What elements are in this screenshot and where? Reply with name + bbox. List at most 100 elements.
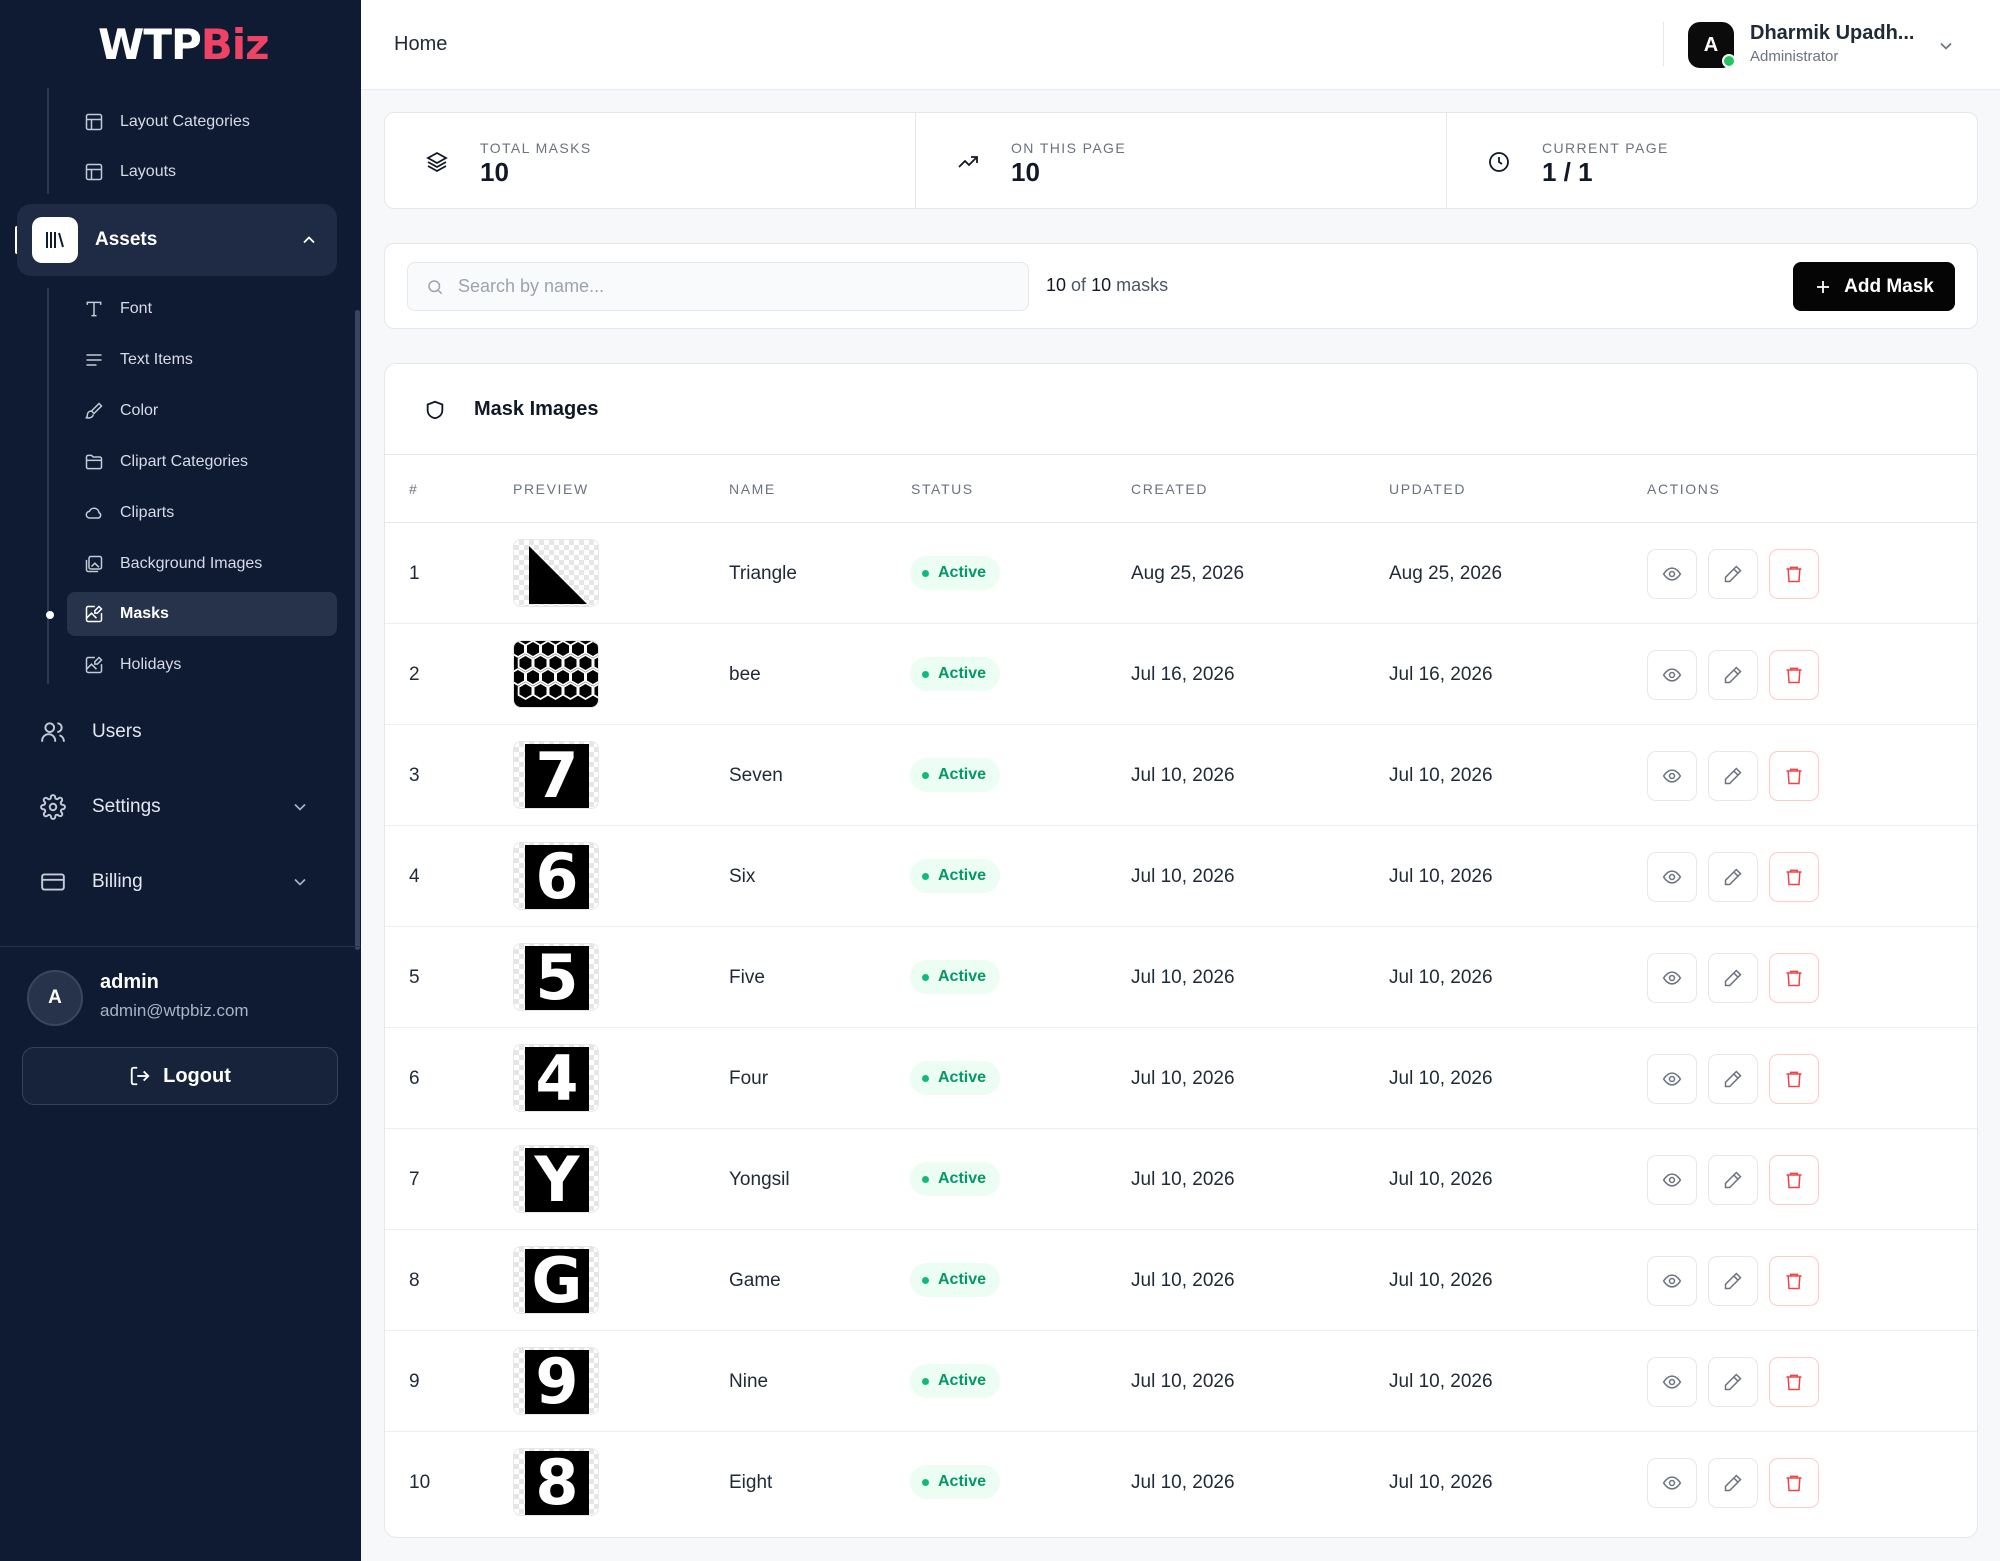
status-badge: Active <box>910 1465 1001 1499</box>
mask-name: Eight <box>729 1472 773 1493</box>
view-button[interactable] <box>1647 1054 1697 1104</box>
delete-button[interactable] <box>1769 751 1819 801</box>
table-row: 5 5 Five Active Jul 10, 2026 Jul 10, 2026 <box>385 927 1977 1028</box>
eye-icon <box>1662 870 1682 884</box>
pencil-icon <box>1724 1272 1742 1290</box>
mask-preview[interactable]: 5 <box>513 943 599 1011</box>
status-label: Active <box>938 968 987 985</box>
sidebar-item-background-images[interactable]: Background Images <box>67 542 337 586</box>
delete-button[interactable] <box>1769 1256 1819 1306</box>
delete-button[interactable] <box>1769 852 1819 902</box>
logout-button[interactable]: Logout <box>22 1047 338 1105</box>
sidebar-item-cliparts[interactable]: Cliparts <box>67 491 337 535</box>
status-dot <box>922 973 929 981</box>
edit-button[interactable] <box>1708 1054 1758 1104</box>
view-button[interactable] <box>1647 953 1697 1003</box>
edit-button[interactable] <box>1708 852 1758 902</box>
edit-button[interactable] <box>1708 1155 1758 1205</box>
chevron-up-icon[interactable] <box>299 230 319 250</box>
sidebar-item-label: Users <box>92 721 142 742</box>
edit-button[interactable] <box>1708 1357 1758 1407</box>
sidebar-item-label: Cliparts <box>120 504 175 521</box>
mask-preview[interactable]: 4 <box>513 1044 599 1112</box>
view-button[interactable] <box>1647 751 1697 801</box>
sidebar-item-layouts[interactable]: Layouts <box>67 150 337 194</box>
view-button[interactable] <box>1647 1155 1697 1205</box>
sidebar-item-label: Settings <box>92 796 161 817</box>
delete-button[interactable] <box>1769 549 1819 599</box>
delete-button[interactable] <box>1769 1155 1819 1205</box>
mask-preview-triangle <box>529 546 587 604</box>
mask-preview[interactable]: 6 <box>513 842 599 910</box>
status-dot <box>922 771 929 779</box>
sidebar-item-layout-categories[interactable]: Layout Categories <box>67 100 337 144</box>
sidebar-section-assets[interactable]: Assets <box>17 204 337 276</box>
view-button[interactable] <box>1647 549 1697 599</box>
sidebar-item-label: Layouts <box>120 163 177 180</box>
card-header: Mask Images <box>385 364 1977 455</box>
edit-button[interactable] <box>1708 1458 1758 1508</box>
add-mask-button[interactable]: Add Mask <box>1793 262 1955 311</box>
search-box[interactable] <box>407 262 1029 311</box>
sidebar-item-settings[interactable]: Settings <box>40 785 340 829</box>
mask-preview[interactable] <box>513 539 599 607</box>
edit-button[interactable] <box>1708 1256 1758 1306</box>
search-input[interactable] <box>458 263 1018 310</box>
sidebar-item-label: Color <box>120 402 159 419</box>
status-badge: Active <box>910 758 1001 792</box>
delete-button[interactable] <box>1769 1458 1819 1508</box>
sidebar-item-font[interactable]: Font <box>67 287 337 331</box>
sidebar-item-holidays[interactable]: Holidays <box>67 643 337 687</box>
type-icon <box>86 301 102 317</box>
updated-date: Jul 16, 2026 <box>1389 664 1493 685</box>
mask-preview[interactable]: Y <box>513 1145 599 1213</box>
edit-button[interactable] <box>1708 953 1758 1003</box>
sidebar-item-masks[interactable]: Masks <box>67 592 337 636</box>
sidebar-item-color[interactable]: Color <box>67 389 337 433</box>
row-number: 8 <box>409 1270 420 1291</box>
created-date: Jul 16, 2026 <box>1131 664 1235 685</box>
mask-preview[interactable]: 7 <box>513 741 599 809</box>
mask-name: Triangle <box>729 563 797 584</box>
status-label: Active <box>938 1372 987 1389</box>
delete-button[interactable] <box>1769 1357 1819 1407</box>
sidebar-item-billing[interactable]: Billing <box>40 860 340 904</box>
delete-button[interactable] <box>1769 1054 1819 1104</box>
delete-button[interactable] <box>1769 953 1819 1003</box>
view-button[interactable] <box>1647 1458 1697 1508</box>
view-button[interactable] <box>1647 1256 1697 1306</box>
status-label: Active <box>938 665 987 682</box>
mask-name: Game <box>729 1270 781 1291</box>
delete-button[interactable] <box>1769 650 1819 700</box>
image-edit-icon <box>85 605 103 623</box>
status-label: Active <box>938 1069 987 1086</box>
sidebar-scrollbar[interactable] <box>355 310 360 950</box>
sidebar-item-text-items[interactable]: Text Items <box>67 338 337 382</box>
mask-preview-glyph: G <box>525 1249 589 1313</box>
sidebar-item-users[interactable]: Users <box>40 710 340 754</box>
mask-preview[interactable]: 9 <box>513 1347 599 1415</box>
eye-icon <box>1662 1476 1682 1490</box>
mask-preview[interactable]: G <box>513 1246 599 1314</box>
cloud-icon <box>85 507 102 519</box>
view-button[interactable] <box>1647 852 1697 902</box>
mask-preview-glyph: 4 <box>525 1047 589 1111</box>
edit-button[interactable] <box>1708 650 1758 700</box>
stat-label: TOTAL MASKS <box>480 140 592 156</box>
user-menu-role: Administrator <box>1750 48 1839 65</box>
pencil-icon <box>1724 565 1742 583</box>
row-number: 7 <box>409 1169 420 1190</box>
mask-preview[interactable]: 8 <box>513 1448 599 1516</box>
edit-button[interactable] <box>1708 751 1758 801</box>
brand-logo[interactable]: WTPBiz <box>98 20 270 69</box>
sidebar-item-clipart-categories[interactable]: Clipart Categories <box>67 440 337 484</box>
view-button[interactable] <box>1647 650 1697 700</box>
mask-name: Seven <box>729 765 783 786</box>
layout-icon <box>85 163 103 181</box>
breadcrumb[interactable]: Home <box>394 33 447 56</box>
edit-button[interactable] <box>1708 549 1758 599</box>
mask-preview[interactable] <box>513 640 599 708</box>
user-menu-name[interactable]: Dharmik Upadh... <box>1750 22 1914 45</box>
view-button[interactable] <box>1647 1357 1697 1407</box>
chevron-down-icon[interactable] <box>1936 36 1956 56</box>
